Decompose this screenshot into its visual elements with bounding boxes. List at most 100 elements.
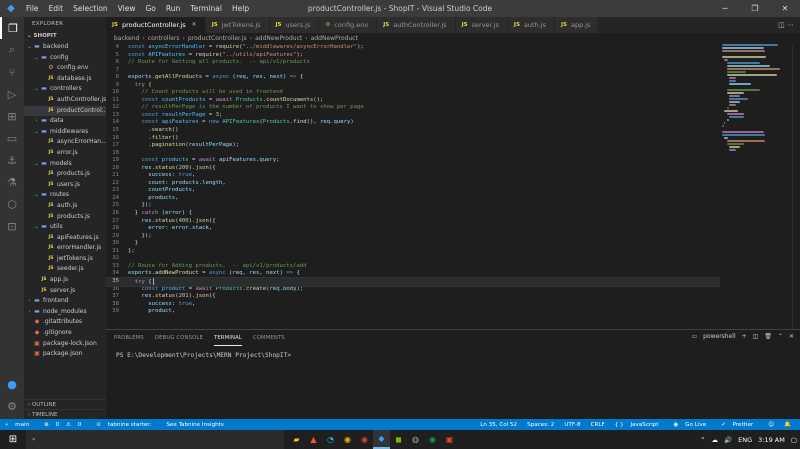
language-indicator[interactable]: ENG xyxy=(738,436,752,444)
timeline-section[interactable]: › TIMELINE xyxy=(24,409,106,419)
chrome-alt-icon[interactable]: ◉ xyxy=(424,430,441,449)
vscode-taskbar-icon[interactable]: ◆ xyxy=(373,430,390,449)
tabnine-insights[interactable]: See Tabnine Insights xyxy=(166,422,223,428)
tree-item[interactable]: ⌄ ▬ middlewares xyxy=(24,127,106,138)
end-of-line[interactable]: CRLF xyxy=(591,422,605,428)
notifications-icon[interactable]: 🔔 xyxy=(784,422,791,428)
code-line[interactable]: 29 }); xyxy=(106,233,720,241)
more-actions-icon[interactable]: ⋯ xyxy=(787,21,794,29)
tree-item[interactable]: JS app.js xyxy=(24,275,106,286)
language-mode[interactable]: { } JavaScript xyxy=(615,422,664,428)
tree-item[interactable]: ⚙ config.env xyxy=(24,63,106,74)
maximize-icon[interactable]: ❐ xyxy=(740,0,770,17)
settings-gear-icon[interactable]: ⚙ xyxy=(0,395,24,417)
code-line[interactable]: 37 res.status(201).json({ xyxy=(106,293,720,301)
breadcrumb-item[interactable]: controllers xyxy=(148,35,180,42)
code-line[interactable]: 28 error: error.stack, xyxy=(106,225,720,233)
breadcrumb-item[interactable]: backend xyxy=(114,35,139,42)
account-icon[interactable]: ● xyxy=(0,373,24,395)
tree-item[interactable]: ◆ .gitattributes xyxy=(24,317,106,328)
code-line[interactable]: 23 countProducts, xyxy=(106,187,720,195)
code-line[interactable]: 11 const countProducts = await Products.… xyxy=(106,97,720,105)
code-line[interactable]: 8 exports.getAllProducts = async (req, re… xyxy=(106,74,720,82)
tree-item[interactable]: › ▬ node_modules xyxy=(24,307,106,318)
breadcrumb-item[interactable]: addNewProduct xyxy=(311,35,358,42)
menu-terminal[interactable]: Terminal xyxy=(185,4,227,13)
code-line[interactable]: 33 // Route for Adding products. -- api/v… xyxy=(106,263,720,271)
code-line[interactable]: 25 }); xyxy=(106,202,720,210)
maximize-panel-icon[interactable]: ⌃ xyxy=(778,333,783,340)
editor-tab[interactable]: JS app.js xyxy=(554,17,600,33)
code-line[interactable]: 17 .pagination(resultPerPage); xyxy=(106,142,720,150)
tree-item[interactable]: › ▬ frontend xyxy=(24,296,106,307)
editor-scrollbar[interactable] xyxy=(792,44,800,329)
code-line[interactable]: 36 const product = await Products.create… xyxy=(106,286,720,294)
code-line[interactable]: 4 const asyncErrorHandler = require("../m… xyxy=(106,44,720,52)
minimize-icon[interactable]: ─ xyxy=(710,0,740,17)
code-line[interactable]: 30 } xyxy=(106,240,720,248)
menu-go[interactable]: Go xyxy=(140,4,160,13)
close-tab-icon[interactable]: ✕ xyxy=(192,17,197,33)
code-line[interactable]: 31}; xyxy=(106,248,720,256)
tree-item[interactable]: ⌄ ▬ controllers xyxy=(24,84,106,95)
panel-tab[interactable]: PROBLEMS xyxy=(114,330,144,346)
code-line[interactable]: 18 xyxy=(106,150,720,158)
tree-item[interactable]: JS products.js xyxy=(24,212,106,223)
files-icon[interactable]: ❐ xyxy=(0,17,24,39)
code-line[interactable]: 5 const APIFeatures = require("../utils/a… xyxy=(106,52,720,60)
tree-item[interactable]: JS seeder.js xyxy=(24,264,106,275)
file-explorer-icon[interactable]: ▰ xyxy=(288,430,305,449)
code-line[interactable]: 27 res.status(400).json({ xyxy=(106,218,720,226)
code-line[interactable]: 14 const apiFeatures = new APIFeatures(P… xyxy=(106,119,720,127)
code-line[interactable]: 26 } catch (error) { xyxy=(106,210,720,218)
editor-tab[interactable]: JS server.js xyxy=(455,17,508,33)
indentation[interactable]: Spaces: 2 xyxy=(527,422,554,428)
edge-browser-icon[interactable]: ◔ xyxy=(322,430,339,449)
run-debug-icon[interactable]: ▷ xyxy=(0,83,24,105)
app-icon[interactable]: ◍ xyxy=(407,430,424,449)
tree-item[interactable]: ⌄ ▬ routes xyxy=(24,190,106,201)
tree-item[interactable]: JS auth.js xyxy=(24,201,106,212)
code-line[interactable]: 21 success: true, xyxy=(106,172,720,180)
tree-item[interactable]: ⌄ ▬ utils xyxy=(24,222,106,233)
chrome-icon[interactable]: ◉ xyxy=(339,430,356,449)
tree-item[interactable]: JS products.js xyxy=(24,169,106,180)
cursor-position[interactable]: Ln 35, Col 52 xyxy=(480,422,517,428)
minimap[interactable] xyxy=(722,44,792,184)
code-line[interactable]: 35 try { xyxy=(106,277,720,287)
search-icon[interactable]: ⌕ xyxy=(0,39,24,61)
tree-item[interactable]: JS asyncErrorHan... xyxy=(24,137,106,148)
split-editor-icon[interactable]: ◫ xyxy=(778,21,785,29)
close-icon[interactable]: ✕ xyxy=(770,0,800,17)
code-line[interactable]: 13 const resultPerPage = 3; xyxy=(106,112,720,120)
feedback-icon[interactable]: ☺ xyxy=(768,422,774,428)
menu-file[interactable]: File xyxy=(21,4,44,13)
branch-status[interactable]: ⑂ main xyxy=(5,422,34,428)
project-root[interactable]: ⌄ SHOPIT xyxy=(24,31,106,42)
code-line[interactable]: 19 const products = await apiFeatures.qu… xyxy=(106,157,720,165)
menu-selection[interactable]: Selection xyxy=(68,4,113,13)
tabnine-status[interactable]: ⊙ tabnine starter: xyxy=(96,422,156,428)
code-line[interactable]: 12 // resultPerPage is the number of pro… xyxy=(106,104,720,112)
tree-item[interactable]: JS jwtTokens.js xyxy=(24,254,106,265)
source-control-icon[interactable]: ⑂ xyxy=(0,61,24,83)
docker-icon[interactable]: ⚓ xyxy=(0,149,24,171)
tree-item[interactable]: › ▬ data xyxy=(24,116,106,127)
code-line[interactable]: 10 // Count products will be used in fro… xyxy=(106,89,720,97)
code-line[interactable]: 34 exports.addNewProduct = async (req, re… xyxy=(106,270,720,278)
code-line[interactable]: 39 product, xyxy=(106,308,720,316)
tree-item[interactable]: ⌄ ▬ config xyxy=(24,53,106,64)
tree-item[interactable]: ▣ package.json xyxy=(24,349,106,360)
notification-center-icon[interactable]: ▢ xyxy=(791,436,797,444)
editor-tab[interactable]: JS jwtTokens.js xyxy=(205,17,270,33)
editor-tab[interactable]: ⚙ config.env xyxy=(319,17,378,33)
editor-tab[interactable]: JS authController.js xyxy=(377,17,456,33)
editor-tab[interactable]: JS auth.js xyxy=(507,17,555,33)
code-line[interactable]: 7 xyxy=(106,67,720,75)
chrome-profile-icon[interactable]: ◉ xyxy=(356,430,373,449)
tree-item[interactable]: JS apiFeatures.js xyxy=(24,233,106,244)
tree-item[interactable]: ◆ .gitignore xyxy=(24,328,106,339)
new-terminal-icon[interactable]: + xyxy=(742,333,747,340)
tree-item[interactable]: JS error.js xyxy=(24,148,106,159)
breadcrumb-item[interactable]: productController.js xyxy=(188,35,247,42)
